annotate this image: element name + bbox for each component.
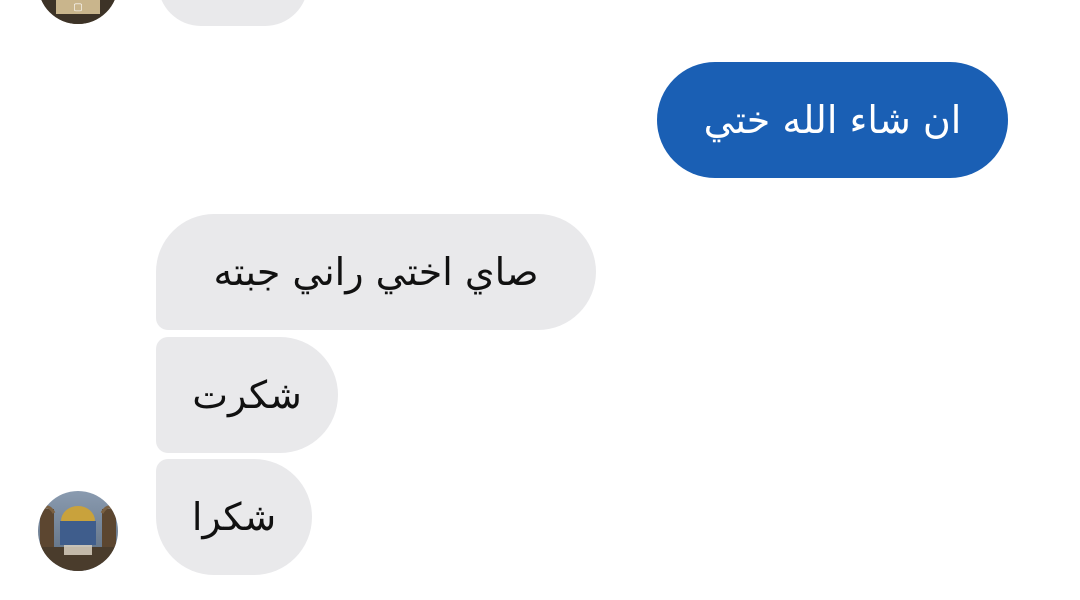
contact-avatar-icon: ▢: [38, 0, 118, 24]
avatar[interactable]: ▢: [38, 0, 118, 24]
message-text: صاي اختي راني جبته: [213, 250, 539, 294]
chat-thread: ▢ ان شاء الله ختي صاي اختي راني جبته شكر…: [0, 0, 1080, 600]
message-bubble-incoming[interactable]: [158, 0, 308, 26]
message-text: ان شاء الله ختي: [703, 98, 962, 142]
contact-avatar-icon: [38, 491, 118, 571]
avatar[interactable]: [38, 491, 118, 571]
message-text: شكرا: [191, 495, 277, 539]
message-bubble-incoming[interactable]: شكرت: [156, 337, 338, 453]
message-bubble-incoming[interactable]: شكرا: [156, 459, 312, 575]
message-bubble-outgoing[interactable]: ان شاء الله ختي: [657, 62, 1008, 178]
message-text: شكرت: [192, 373, 302, 417]
svg-text:▢: ▢: [73, 2, 82, 13]
message-bubble-incoming[interactable]: صاي اختي راني جبته: [156, 214, 596, 330]
